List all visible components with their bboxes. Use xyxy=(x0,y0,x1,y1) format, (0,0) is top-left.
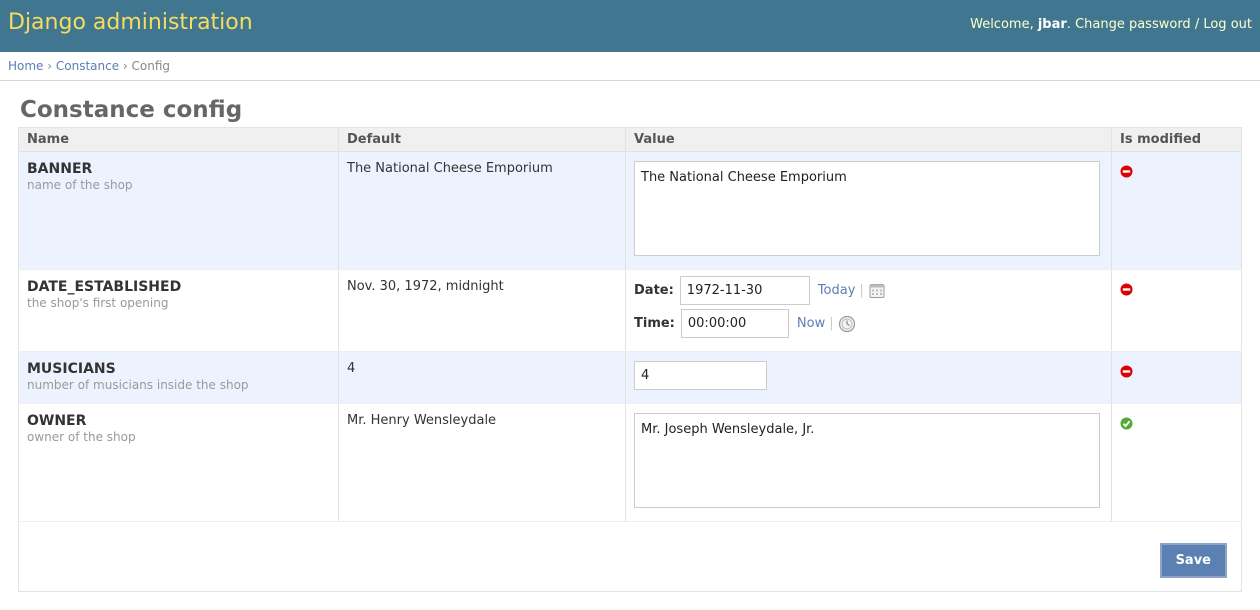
site-name[interactable]: Django administration xyxy=(8,10,253,35)
default-value: Mr. Henry Wensleydale xyxy=(338,403,626,522)
table-row: BANNER name of the shop The National Che… xyxy=(18,151,1242,270)
welcome-text: Welcome, xyxy=(970,16,1038,32)
setting-name: DATE_ESTABLISHED xyxy=(27,279,182,295)
no-entry-icon xyxy=(1120,365,1133,378)
column-header-default: Default xyxy=(338,127,626,152)
setting-name-cell: BANNER name of the shop xyxy=(18,151,339,270)
table-header-row: Name Default Value Is modified xyxy=(18,127,1242,152)
clock-icon[interactable] xyxy=(838,315,856,333)
now-link[interactable]: Now xyxy=(797,316,825,331)
no-entry-icon xyxy=(1120,283,1133,296)
default-value: Nov. 30, 1972, midnight xyxy=(338,269,626,352)
breadcrumb-home-link[interactable]: Home xyxy=(8,59,43,73)
banner-textarea[interactable]: The National Cheese Emporium xyxy=(634,161,1100,256)
is-modified-cell xyxy=(1111,403,1242,522)
setting-name: BANNER xyxy=(27,161,93,177)
column-header-name: Name xyxy=(18,127,339,152)
page-title: Constance config xyxy=(20,97,243,123)
shortcut-separator: | xyxy=(859,283,864,298)
owner-textarea[interactable]: Mr. Joseph Wensleydale, Jr. xyxy=(634,413,1100,508)
setting-name-cell: MUSICIANS number of musicians inside the… xyxy=(18,351,339,404)
content: Constance config Name Default Value Is m… xyxy=(0,97,1260,592)
no-entry-icon xyxy=(1120,165,1133,178)
is-modified-cell xyxy=(1111,351,1242,404)
breadcrumb-separator: › xyxy=(43,59,56,73)
check-icon xyxy=(1120,417,1133,430)
date-label: Date: xyxy=(634,283,674,298)
column-header-value: Value xyxy=(625,127,1112,152)
logout-link[interactable]: Log out xyxy=(1203,17,1252,32)
setting-name-cell: DATE_ESTABLISHED the shop's first openin… xyxy=(18,269,339,352)
default-value: 4 xyxy=(338,351,626,404)
header: Django administration Welcome, jbar. Cha… xyxy=(0,0,1260,52)
shortcut-separator: | xyxy=(829,316,834,331)
time-label: Time: xyxy=(634,316,675,331)
table-row: MUSICIANS number of musicians inside the… xyxy=(18,351,1242,404)
setting-help: name of the shop xyxy=(27,178,133,192)
breadcrumb: Home › Constance › Config xyxy=(0,52,1260,81)
table-row: DATE_ESTABLISHED the shop's first openin… xyxy=(18,269,1242,352)
today-link[interactable]: Today xyxy=(818,283,856,298)
is-modified-cell xyxy=(1111,269,1242,352)
setting-name: MUSICIANS xyxy=(27,361,116,377)
value-cell: Date: Today | xyxy=(625,269,1112,352)
breadcrumb-current: Config xyxy=(131,59,171,73)
table-row: OWNER owner of the shop Mr. Henry Wensle… xyxy=(18,403,1242,522)
is-modified-cell xyxy=(1111,151,1242,270)
date-field[interactable] xyxy=(679,276,810,305)
setting-help: owner of the shop xyxy=(27,430,136,444)
value-cell: Mr. Joseph Wensleydale, Jr. xyxy=(625,403,1112,522)
column-header-is-modified: Is modified xyxy=(1111,127,1242,152)
user-tools: Welcome, jbar. Change password / Log out xyxy=(970,17,1252,32)
username: jbar xyxy=(1037,16,1067,32)
default-value: The National Cheese Emporium xyxy=(338,151,626,270)
after-user-text: . xyxy=(1066,16,1076,32)
user-tools-separator: / xyxy=(1190,16,1204,32)
change-password-link[interactable]: Change password xyxy=(1075,17,1191,32)
submit-row: Save xyxy=(18,522,1242,592)
value-cell: The National Cheese Emporium xyxy=(625,151,1112,270)
setting-name: OWNER xyxy=(27,413,87,429)
time-line: Time: Now | xyxy=(634,309,1103,338)
setting-help: number of musicians inside the shop xyxy=(27,378,249,392)
date-line: Date: Today | xyxy=(634,276,1103,305)
breadcrumb-separator: › xyxy=(119,59,132,73)
breadcrumb-app-link[interactable]: Constance xyxy=(56,59,119,73)
calendar-icon[interactable] xyxy=(868,282,886,300)
musicians-field[interactable] xyxy=(634,361,767,390)
value-cell xyxy=(625,351,1112,404)
setting-help: the shop's first opening xyxy=(27,296,169,310)
time-field[interactable] xyxy=(680,309,789,338)
save-button[interactable]: Save xyxy=(1159,543,1227,578)
config-table: Name Default Value Is modified BANNER na… xyxy=(18,127,1242,522)
setting-name-cell: OWNER owner of the shop xyxy=(18,403,339,522)
